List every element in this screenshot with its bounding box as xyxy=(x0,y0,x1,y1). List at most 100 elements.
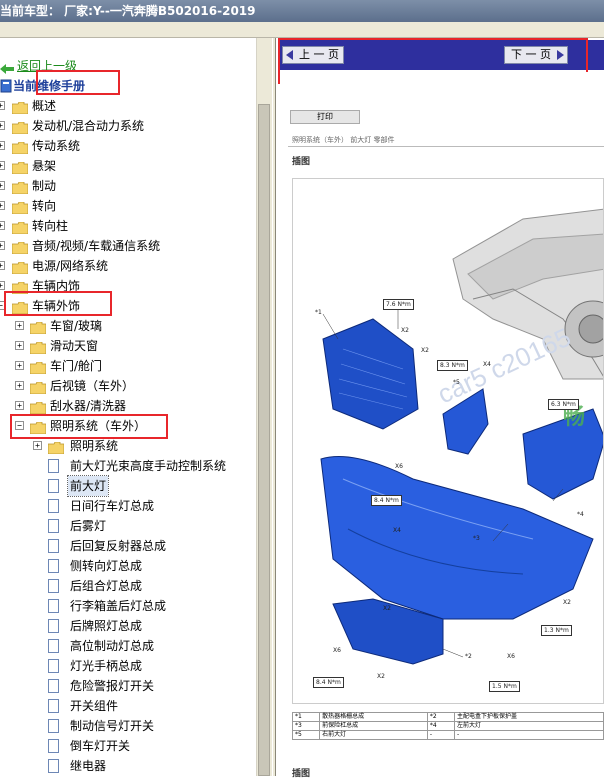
tree-item[interactable]: + 转向柱 xyxy=(0,216,256,236)
legend-cell: *2 xyxy=(426,712,455,722)
tree-item[interactable]: + 传动系统 xyxy=(0,136,256,156)
expand-icon[interactable]: + xyxy=(0,261,5,270)
tree-item[interactable]: + 悬架 xyxy=(0,156,256,176)
tree-item-label: 转向 xyxy=(32,199,57,213)
tree-scrollbar-thumb[interactable] xyxy=(258,104,270,776)
tree-item[interactable]: + 转向 xyxy=(0,196,256,216)
collapse-icon[interactable]: − xyxy=(0,301,5,310)
qty-label: X2 xyxy=(383,605,391,612)
tree-subitem[interactable]: − 照明系统（车外） xyxy=(0,416,256,436)
expand-icon[interactable]: + xyxy=(15,321,24,330)
folder-icon xyxy=(11,180,29,195)
qty-label: X2 xyxy=(377,673,385,680)
folder-icon xyxy=(11,240,29,255)
tree-item-label: 制动 xyxy=(32,179,57,193)
document-icon xyxy=(48,579,59,593)
legend-cell: *4 xyxy=(426,721,455,731)
folder-icon xyxy=(11,120,29,135)
expand-icon[interactable]: + xyxy=(0,241,5,250)
expand-icon[interactable]: + xyxy=(0,161,5,170)
document-icon xyxy=(48,739,59,753)
tree-leaf[interactable]: 前大灯光束高度手动控制系统 xyxy=(0,456,256,476)
expand-icon[interactable]: + xyxy=(0,281,5,290)
tree-item[interactable]: + 发动机/混合动力系统 xyxy=(0,116,256,136)
print-button[interactable]: 打印 xyxy=(290,110,360,124)
tree-leaf-label: 行李箱盖后灯总成 xyxy=(70,599,167,613)
torque-label: 8.3 N*m xyxy=(437,360,468,371)
tree-leaf[interactable]: 高位制动灯总成 xyxy=(0,636,256,656)
expand-icon[interactable]: + xyxy=(0,121,5,130)
document-icon xyxy=(48,539,59,553)
tree-leaf[interactable]: 后回复反射器总成 xyxy=(0,536,256,556)
expand-icon[interactable]: + xyxy=(0,141,5,150)
document-icon xyxy=(48,679,59,693)
tree-subitem[interactable]: + 车窗/玻璃 xyxy=(0,316,256,336)
tree-leaf[interactable]: 行李箱盖后灯总成 xyxy=(0,596,256,616)
tree-leaf[interactable]: 前大灯 xyxy=(0,475,256,497)
tree-leaf[interactable]: 后牌照灯总成 xyxy=(0,616,256,636)
next-page-button[interactable]: 下 一 页 xyxy=(504,46,568,64)
torque-label: 7.6 N*m xyxy=(383,299,414,310)
tree-panel: 返回上一级 当前维修手册 + 概述 + 发动机/混合动力系统 + 传动系统 + 悬架 + 制动 + 转… xyxy=(0,38,272,776)
collapse-icon[interactable]: − xyxy=(15,421,24,430)
expand-icon[interactable]: + xyxy=(15,401,24,410)
tree-subitem[interactable]: + 后视镜（车外） xyxy=(0,376,256,396)
prev-page-button[interactable]: 上 一 页 xyxy=(282,46,344,64)
tree-subitem[interactable]: + 刮水器/清洗器 xyxy=(0,396,256,416)
toolbar-strip xyxy=(0,22,604,38)
tree-leaf[interactable]: 制动信号灯开关 xyxy=(0,716,256,736)
tree-item[interactable]: + 制动 xyxy=(0,176,256,196)
tree-item-label: 转向柱 xyxy=(32,219,69,233)
tree-item[interactable]: + 音频/视频/车载通信系统 xyxy=(0,236,256,256)
tree-leaf[interactable]: 倒车灯开关 xyxy=(0,736,256,756)
qty-label: X2 xyxy=(421,347,429,354)
tree-item-label: 发动机/混合动力系统 xyxy=(32,119,145,133)
document-icon xyxy=(48,719,59,733)
tree-leaf[interactable]: + 照明系统 xyxy=(0,436,256,456)
legend-cell: 左前大灯 xyxy=(453,721,604,731)
document-icon xyxy=(48,639,59,653)
expand-icon[interactable]: + xyxy=(15,381,24,390)
expand-icon[interactable]: + xyxy=(15,361,24,370)
expand-icon[interactable]: + xyxy=(15,341,24,350)
expand-icon[interactable]: + xyxy=(0,181,5,190)
tree-leaf-label: 后雾灯 xyxy=(70,519,107,533)
tree-leaf[interactable]: 继电器 xyxy=(0,756,256,776)
torque-label: 1.5 N*m xyxy=(489,681,520,692)
folder-icon xyxy=(47,440,65,455)
expand-icon[interactable]: + xyxy=(0,201,5,210)
tree-leaf[interactable]: 侧转向灯总成 xyxy=(0,556,256,576)
tree-item[interactable]: − 车辆外饰 xyxy=(0,296,256,316)
legend-cell: *3 xyxy=(291,721,321,731)
document-icon xyxy=(48,619,59,633)
tree-item-label: 车辆外饰 xyxy=(32,299,81,313)
folder-icon xyxy=(29,420,47,435)
tree-leaf[interactable]: 日间行车灯总成 xyxy=(0,496,256,516)
document-icon xyxy=(48,559,59,573)
document-icon xyxy=(48,599,59,613)
folder-icon xyxy=(29,380,47,395)
tree-item-label: 车辆内饰 xyxy=(32,279,81,293)
expand-icon[interactable]: + xyxy=(0,221,5,230)
tree-leaf[interactable]: 开关组件 xyxy=(0,696,256,716)
tree-subitem[interactable]: + 滑动天窗 xyxy=(0,336,256,356)
tree-leaf[interactable]: 危险警报灯开关 xyxy=(0,676,256,696)
qty-label: X4 xyxy=(483,361,491,368)
tree-item[interactable]: + 车辆内饰 xyxy=(0,276,256,296)
tree-leaf[interactable]: 后雾灯 xyxy=(0,516,256,536)
expand-icon[interactable]: + xyxy=(33,441,42,450)
tree-item[interactable]: + 概述 xyxy=(0,96,256,116)
tree-item[interactable]: + 电源/网络系统 xyxy=(0,256,256,276)
tree-leaf[interactable]: 灯光手柄总成 xyxy=(0,656,256,676)
tree-subitem[interactable]: + 车门/舱门 xyxy=(0,356,256,376)
expand-icon[interactable]: + xyxy=(0,101,5,110)
window-title: 当前车型： 厂家:Y--一汽奔腾B502016-2019 xyxy=(0,0,604,22)
doc-breadcrumb: 照明系统（车外） 前大灯 零部件 xyxy=(292,136,395,144)
document-icon xyxy=(48,519,59,533)
legend-cell: 右前大灯 xyxy=(319,730,428,740)
tree-item-label: 悬架 xyxy=(32,159,57,173)
qty-label: X6 xyxy=(333,647,341,654)
section-title-2: 插图 xyxy=(292,769,311,779)
tree-leaf[interactable]: 后组合灯总成 xyxy=(0,576,256,596)
tree-subitem-label: 车窗/玻璃 xyxy=(50,319,103,333)
